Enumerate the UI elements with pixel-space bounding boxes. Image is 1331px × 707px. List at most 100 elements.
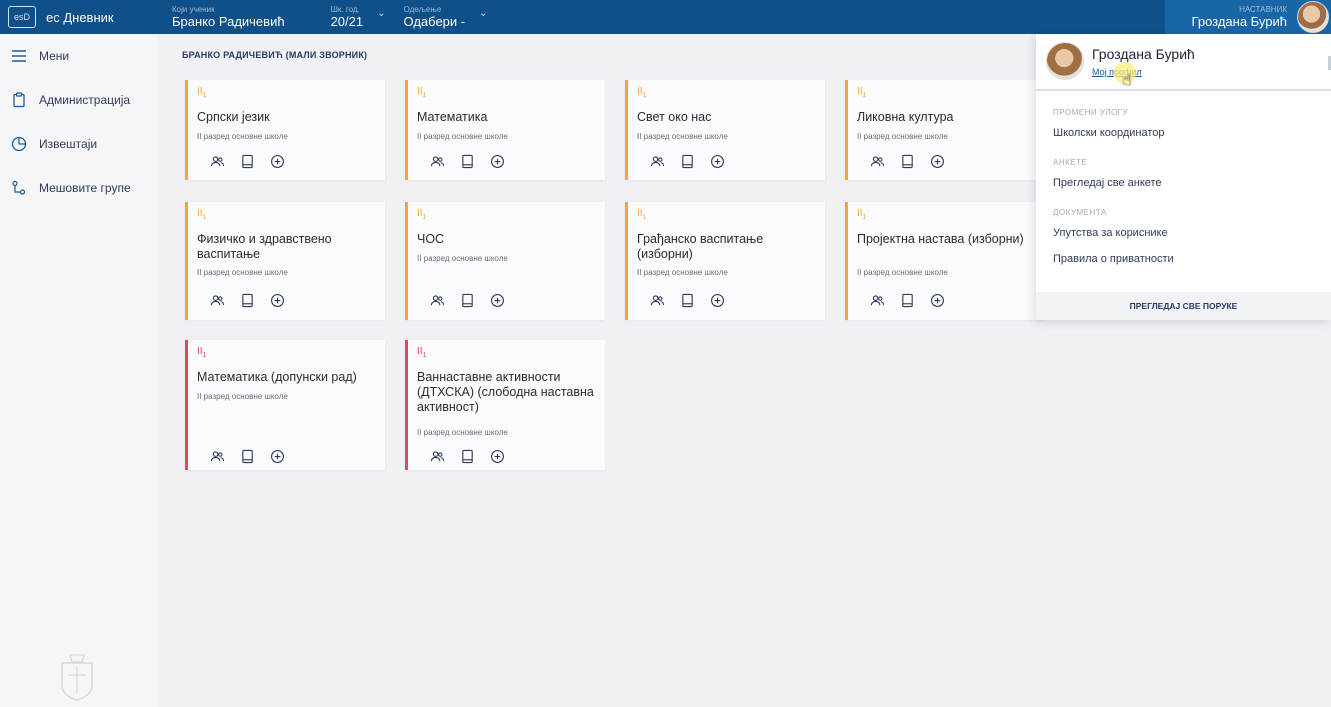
add-circle-icon[interactable] [488, 152, 507, 171]
subject-card[interactable]: II1 ЧОС II разред основне школе [405, 202, 605, 320]
students-icon[interactable] [208, 291, 227, 310]
menu-item-school-coordinator[interactable]: Школски координатор [1036, 120, 1331, 146]
book-icon[interactable] [238, 447, 257, 466]
subject-card[interactable]: II1 Грађанско васпитање (изборни) II разре… [625, 202, 825, 320]
subject-title[interactable]: Грађанско васпитање (изборни) [637, 232, 819, 262]
book-icon[interactable] [898, 291, 917, 310]
subject-card[interactable]: II1 Ваннаставне активности (ДТХСКА) (слоб… [405, 340, 605, 470]
add-circle-icon[interactable] [268, 152, 287, 171]
subject-card[interactable]: II1 Математика (допунски рад) II разред ос… [185, 340, 385, 470]
book-icon[interactable] [898, 152, 917, 171]
sidebar-item-label: Мешовите групе [39, 181, 131, 195]
subject-title[interactable]: Пројектна настава (изборни) [857, 232, 1039, 247]
grade-badge: II1 [417, 208, 427, 221]
dropdown-avatar [1046, 42, 1084, 80]
app-name: ес Дневник [46, 9, 114, 25]
subject-title[interactable]: Свет око нас [637, 110, 819, 125]
sidebar: Мени Администрација Извештаји Мешовите г… [0, 34, 157, 707]
sidebar-item-label: Администрација [39, 93, 131, 107]
students-icon[interactable] [428, 291, 447, 310]
book-icon[interactable] [458, 447, 477, 466]
user-menu-trigger[interactable]: НАСТАВНИК Гроздана Бурић [1165, 0, 1331, 34]
subject-card[interactable]: II1 Математика II разред основне школе [405, 80, 605, 180]
subject-title[interactable]: Математика (допунски рад) [197, 370, 379, 385]
subject-card[interactable]: II1 Свет око нас II разред основне школе [625, 80, 825, 180]
year-selector[interactable]: Шк. год. 20/21 [331, 0, 364, 34]
student-selector[interactable]: Који ученик Бранко Радичевић [172, 0, 285, 34]
group-link-icon [10, 179, 28, 197]
book-icon[interactable] [458, 152, 477, 171]
section-documents: ДОКУМЕНТА [1053, 208, 1107, 217]
year-chevron-down-icon[interactable]: ⌄ [377, 8, 385, 19]
app-logo[interactable]: esD ес Дневник [0, 6, 150, 28]
subject-card[interactable]: II1 Пројектна настава (изборни) II разред … [845, 202, 1045, 320]
subject-title[interactable]: Ваннаставне активности (ДТХСКА) (слободн… [417, 370, 599, 415]
view-all-messages-button[interactable]: ПРЕГЛЕДАЈ СВЕ ПОРУКЕ [1036, 292, 1331, 320]
add-circle-icon[interactable] [708, 152, 727, 171]
subject-card[interactable]: II1 Српски језик II разред основне школе [185, 80, 385, 180]
menu-item-user-manuals[interactable]: Упутства за кориснике [1036, 220, 1331, 246]
user-role-label: НАСТАВНИК [1239, 4, 1287, 14]
add-circle-icon[interactable] [268, 447, 287, 466]
students-icon[interactable] [428, 152, 447, 171]
add-circle-icon[interactable] [708, 291, 727, 310]
user-avatar[interactable] [1297, 1, 1329, 33]
subject-title[interactable]: Српски језик [197, 110, 379, 125]
grade-badge: II1 [197, 208, 207, 221]
grade-subtitle: II разред основне школе [417, 254, 508, 263]
subject-title[interactable]: ЧОС [417, 232, 599, 247]
menu-item-privacy-policy[interactable]: Правила о приватности [1036, 246, 1331, 272]
students-icon[interactable] [868, 291, 887, 310]
pie-chart-icon [10, 135, 28, 153]
year-value: 20/21 [330, 13, 364, 29]
grade-badge: II1 [637, 208, 647, 221]
year-label: Шк. год. [330, 4, 360, 14]
grade-badge: II1 [637, 86, 647, 99]
students-icon[interactable] [208, 447, 227, 466]
section-change-role: ПРОМЕНИ УЛОГУ [1053, 108, 1129, 117]
grade-subtitle: II разред основне школе [637, 132, 728, 141]
student-label: Који ученик [172, 4, 215, 14]
book-icon[interactable] [678, 291, 697, 310]
student-value: Бранко Радичевић [172, 13, 285, 29]
subject-title[interactable]: Математика [417, 110, 599, 125]
students-icon[interactable] [648, 152, 667, 171]
class-chevron-down-icon[interactable]: ⌄ [479, 8, 487, 19]
card-actions [208, 447, 287, 466]
sidebar-item-administration[interactable]: Администрација [0, 78, 157, 122]
add-circle-icon[interactable] [488, 291, 507, 310]
grade-badge: II1 [417, 86, 427, 99]
section-surveys: АНКЕТЕ [1053, 158, 1088, 167]
students-icon[interactable] [208, 152, 227, 171]
dropdown-header: Гроздана Бурић Мој профил ☝ [1036, 34, 1331, 91]
subject-title[interactable]: Физичко и здравствено васпитање [197, 232, 379, 262]
add-circle-icon[interactable] [928, 152, 947, 171]
card-actions [868, 152, 947, 171]
sidebar-item-reports[interactable]: Извештаји [0, 122, 157, 166]
card-actions [648, 291, 727, 310]
students-icon[interactable] [868, 152, 887, 171]
book-icon[interactable] [238, 291, 257, 310]
students-icon[interactable] [428, 447, 447, 466]
students-icon[interactable] [648, 291, 667, 310]
add-circle-icon[interactable] [268, 291, 287, 310]
grade-subtitle: II разред основне школе [857, 268, 948, 277]
menu-item-view-all-surveys[interactable]: Прегледај све анкете [1036, 170, 1331, 196]
grade-subtitle: II разред основне школе [417, 428, 508, 437]
sidebar-item-mixed-groups[interactable]: Мешовите групе [0, 166, 157, 210]
card-actions [208, 291, 287, 310]
sidebar-item-menu[interactable]: Мени [0, 34, 157, 78]
subject-title[interactable]: Ликовна култура [857, 110, 1039, 125]
subject-card[interactable]: II1 Физичко и здравствено васпитање II раз… [185, 202, 385, 320]
subject-card[interactable]: II1 Ликовна култура II разред основне школ… [845, 80, 1045, 180]
book-icon[interactable] [458, 291, 477, 310]
class-label: Одељење [403, 4, 442, 14]
add-circle-icon[interactable] [488, 447, 507, 466]
add-circle-icon[interactable] [928, 291, 947, 310]
class-selector[interactable]: Одељење Одабери - [404, 0, 466, 34]
grade-subtitle: II разред основне школе [197, 392, 288, 401]
menu-icon [10, 47, 28, 65]
book-icon[interactable] [238, 152, 257, 171]
top-bar: esD ес Дневник Који ученик Бранко Радиче… [0, 0, 1331, 34]
book-icon[interactable] [678, 152, 697, 171]
